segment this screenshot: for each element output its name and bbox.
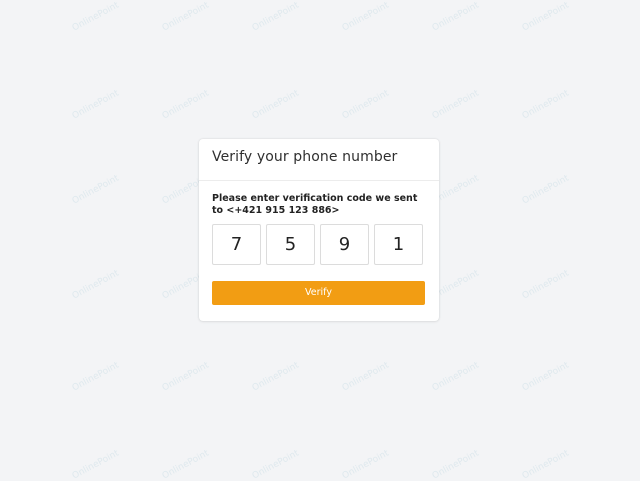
watermark-logo: OnlinePoint bbox=[430, 88, 481, 122]
verify-button[interactable]: Verify bbox=[212, 281, 425, 305]
watermark-logo: OnlinePoint bbox=[340, 0, 391, 34]
watermark-logo: OnlinePoint bbox=[520, 88, 571, 122]
code-digit-4[interactable]: 1 bbox=[374, 224, 423, 265]
verify-phone-card: Verify your phone number Please enter ve… bbox=[199, 139, 439, 321]
card-body: Please enter verification code we sent t… bbox=[199, 181, 439, 305]
card-header: Verify your phone number bbox=[199, 139, 439, 181]
watermark-logo: OnlinePoint bbox=[70, 268, 121, 302]
watermark-logo: OnlinePoint bbox=[70, 88, 121, 122]
watermark-logo: OnlinePoint bbox=[520, 268, 571, 302]
watermark-logo: OnlinePoint bbox=[430, 0, 481, 34]
instruction-text: Please enter verification code we sent t… bbox=[212, 193, 418, 216]
watermark-logo: OnlinePoint bbox=[520, 173, 571, 207]
watermark-logo: OnlinePoint bbox=[160, 88, 211, 122]
watermark-logo: OnlinePoint bbox=[430, 448, 481, 481]
watermark-logo: OnlinePoint bbox=[70, 448, 121, 481]
code-digit-1[interactable]: 7 bbox=[212, 224, 261, 265]
verification-code-inputs: 7 5 9 1 bbox=[212, 224, 426, 265]
watermark-logo: OnlinePoint bbox=[160, 448, 211, 481]
watermark-logo: OnlinePoint bbox=[250, 360, 301, 394]
watermark-logo: OnlinePoint bbox=[160, 0, 211, 34]
watermark-logo: OnlinePoint bbox=[520, 0, 571, 34]
watermark-logo: OnlinePoint bbox=[70, 0, 121, 34]
watermark-logo: OnlinePoint bbox=[70, 360, 121, 394]
watermark-logo: OnlinePoint bbox=[520, 448, 571, 481]
page-title: Verify your phone number bbox=[212, 149, 398, 165]
code-digit-3[interactable]: 9 bbox=[320, 224, 369, 265]
watermark-logo: OnlinePoint bbox=[340, 88, 391, 122]
watermark-logo: OnlinePoint bbox=[250, 88, 301, 122]
watermark-logo: OnlinePoint bbox=[520, 360, 571, 394]
watermark-logo: OnlinePoint bbox=[250, 448, 301, 481]
watermark-logo: OnlinePoint bbox=[340, 448, 391, 481]
watermark-logo: OnlinePoint bbox=[430, 360, 481, 394]
watermark-logo: OnlinePoint bbox=[70, 173, 121, 207]
watermark-logo: OnlinePoint bbox=[160, 360, 211, 394]
code-digit-2[interactable]: 5 bbox=[266, 224, 315, 265]
watermark-logo: OnlinePoint bbox=[340, 360, 391, 394]
watermark-logo: OnlinePoint bbox=[250, 0, 301, 34]
